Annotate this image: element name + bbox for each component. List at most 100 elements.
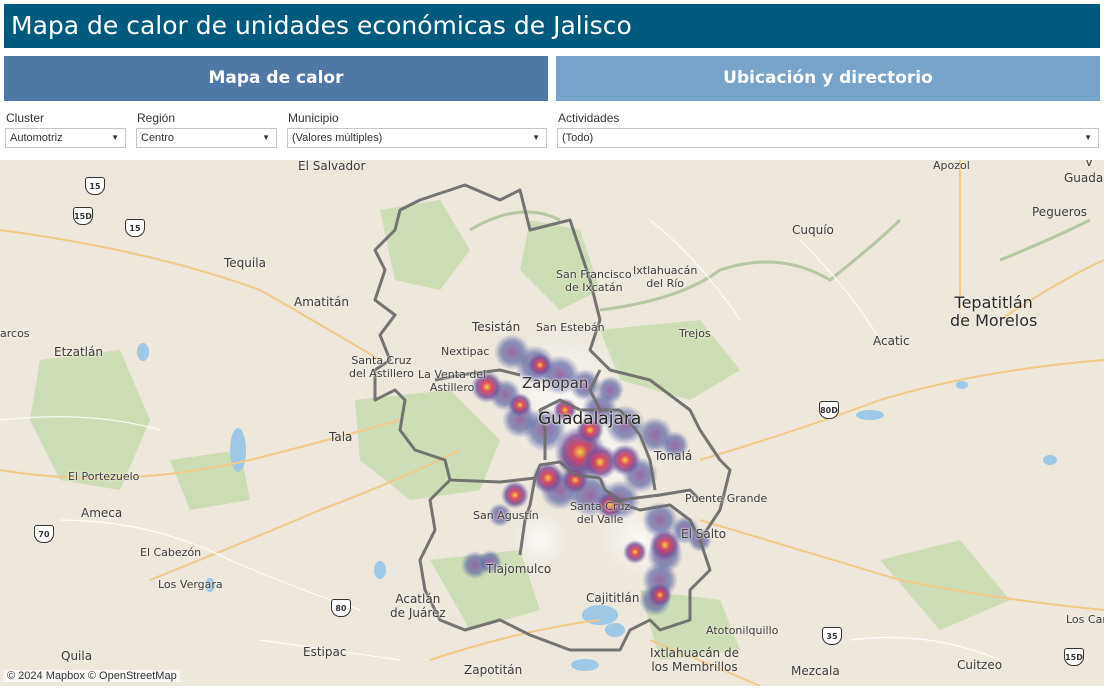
municipio-dropdown[interactable]: (Valores múltiples) ▼ bbox=[287, 128, 547, 148]
place-label: Cajititlán bbox=[586, 591, 640, 605]
place-label: Mezcala bbox=[791, 664, 840, 678]
place-label-line: La Venta del bbox=[418, 368, 487, 381]
highway-shield-icon: 15 bbox=[125, 219, 145, 237]
heat-map[interactable]: El Salvador Apozol V Guada Pegueros Cuqu… bbox=[0, 160, 1104, 686]
place-label: San Francisco de Ixcatán bbox=[556, 268, 632, 294]
place-label-line: Ixtlahuacán bbox=[633, 264, 698, 277]
place-label: La Venta del Astillero bbox=[418, 368, 487, 394]
highway-shield-icon: 15D bbox=[1064, 648, 1084, 666]
actividades-dropdown[interactable]: (Todo) ▼ bbox=[557, 128, 1099, 148]
place-label-line: del Astillero bbox=[349, 366, 414, 380]
place-label-line: Santa Cruz bbox=[351, 354, 412, 367]
region-filter-label: Región bbox=[137, 111, 176, 125]
highway-shield-icon: 15 bbox=[85, 177, 105, 195]
actividades-filter-label: Actividades bbox=[558, 111, 620, 125]
place-label: Estipac bbox=[303, 645, 347, 659]
map-attribution[interactable]: © 2024 Mapbox © OpenStreetMap bbox=[4, 670, 180, 682]
place-label: arcos bbox=[0, 327, 30, 340]
place-label-line: Acatlán bbox=[395, 592, 441, 606]
place-label: Ixtlahuacán del Río bbox=[633, 264, 698, 290]
place-label-line: del Valle bbox=[576, 512, 624, 526]
highway-shield-icon: 35 bbox=[822, 627, 842, 645]
highway-shield-icon: 70 bbox=[34, 525, 54, 543]
place-label: Atotonilquillo bbox=[706, 624, 779, 637]
place-label: Etzatlán bbox=[54, 345, 103, 359]
municipio-filter: Municipio (Valores múltiples) ▼ bbox=[286, 110, 548, 150]
actividades-filter: Actividades (Todo) ▼ bbox=[556, 110, 1100, 150]
place-label: El Salto bbox=[681, 527, 727, 541]
place-label: Guada bbox=[1064, 171, 1104, 185]
region-dropdown[interactable]: Centro ▼ bbox=[136, 128, 277, 148]
place-label: Zapopan bbox=[522, 374, 589, 392]
place-label: San Agustín bbox=[473, 509, 539, 522]
place-label: Apozol bbox=[933, 160, 970, 172]
place-label: Puente Grande bbox=[685, 492, 768, 505]
heat-hotspot bbox=[508, 393, 532, 417]
place-label-line: de Juárez bbox=[390, 605, 446, 620]
place-label-line: Tepatitlán bbox=[954, 293, 1033, 312]
place-label: Tequila bbox=[224, 256, 266, 270]
place-label: Tala bbox=[329, 430, 353, 444]
region-filter: Región Centro ▼ bbox=[135, 110, 278, 150]
place-label: Zapotitán bbox=[464, 663, 523, 677]
place-label-line: del Río bbox=[646, 276, 685, 290]
place-label-line: Astillero bbox=[429, 380, 475, 394]
municipio-filter-label: Municipio bbox=[288, 111, 339, 125]
place-label: Nextipac bbox=[441, 345, 490, 358]
tab-ubicacion-y-directorio[interactable]: Ubicación y directorio bbox=[556, 56, 1100, 101]
region-dropdown-value: Centro bbox=[141, 132, 175, 144]
place-label: Santa Cruz del Astillero bbox=[349, 354, 414, 380]
chevron-down-icon: ▼ bbox=[532, 133, 540, 142]
heat-hotspot bbox=[501, 481, 529, 509]
place-label: Los Vergara bbox=[158, 578, 223, 591]
place-label: Tepatitlán de Morelos bbox=[950, 293, 1038, 331]
place-label: El Cabezón bbox=[140, 546, 202, 559]
municipio-dropdown-value: (Valores múltiples) bbox=[292, 132, 383, 144]
place-label: El Portezuelo bbox=[68, 470, 140, 483]
place-label-line: de Ixcatán bbox=[564, 280, 623, 294]
place-label: El Salvador bbox=[298, 160, 366, 173]
place-label: Trejos bbox=[679, 327, 711, 340]
place-label: V bbox=[1085, 160, 1094, 169]
highway-shield-icon: 80 bbox=[331, 599, 351, 617]
heat-hotspot bbox=[649, 529, 681, 561]
place-label: Amatitán bbox=[294, 295, 349, 309]
tab-mapa-de-calor[interactable]: Mapa de calor bbox=[4, 56, 548, 101]
place-label: Cuquío bbox=[792, 223, 834, 237]
place-label-line: los Membrillos bbox=[651, 659, 738, 674]
place-label-line: San Francisco bbox=[556, 268, 632, 281]
place-label-line: Santa Cruz bbox=[570, 500, 631, 513]
cluster-filter: Cluster Automotriz ▼ bbox=[4, 110, 127, 150]
cluster-filter-label: Cluster bbox=[6, 111, 45, 125]
cluster-dropdown-value: Automotriz bbox=[10, 132, 63, 144]
heat-hotspot bbox=[561, 466, 589, 494]
place-label-line: de Morelos bbox=[950, 311, 1038, 331]
place-label: Ixtlahuacán de los Membrillos bbox=[650, 646, 739, 675]
place-label: Tonalá bbox=[654, 449, 693, 463]
place-label: Quila bbox=[61, 649, 93, 663]
place-label: Acatic bbox=[873, 334, 910, 348]
place-label: San Estebán bbox=[536, 321, 605, 334]
place-label-line: Ixtlahuacán de bbox=[650, 646, 739, 660]
chevron-down-icon: ▼ bbox=[1084, 133, 1092, 142]
actividades-dropdown-value: (Todo) bbox=[562, 132, 594, 144]
place-label: Santa Cruz del Valle bbox=[570, 500, 631, 526]
place-label: Ameca bbox=[81, 506, 123, 520]
heat-point bbox=[596, 376, 624, 404]
cluster-dropdown[interactable]: Automotriz ▼ bbox=[5, 128, 126, 148]
place-label: Acatlán de Juárez bbox=[390, 592, 446, 621]
heat-hotspot bbox=[623, 540, 647, 564]
chevron-down-icon: ▼ bbox=[111, 133, 119, 142]
highway-shield-icon: 80D bbox=[819, 401, 839, 419]
place-label: Guadalajara bbox=[538, 409, 642, 429]
chevron-down-icon: ▼ bbox=[262, 133, 270, 142]
place-label: Pegueros bbox=[1032, 205, 1088, 219]
place-label: Los Car bbox=[1066, 613, 1104, 626]
place-label: Cuitzeo bbox=[957, 658, 1003, 672]
place-label: Tlajomulco bbox=[486, 562, 552, 576]
heat-hotspot bbox=[609, 444, 641, 476]
highway-shield-icon: 15D bbox=[73, 207, 93, 225]
heat-hotspot bbox=[648, 583, 672, 607]
place-label: Tesistán bbox=[472, 320, 521, 334]
page-title: Mapa de calor de unidades económicas de … bbox=[4, 4, 1100, 48]
